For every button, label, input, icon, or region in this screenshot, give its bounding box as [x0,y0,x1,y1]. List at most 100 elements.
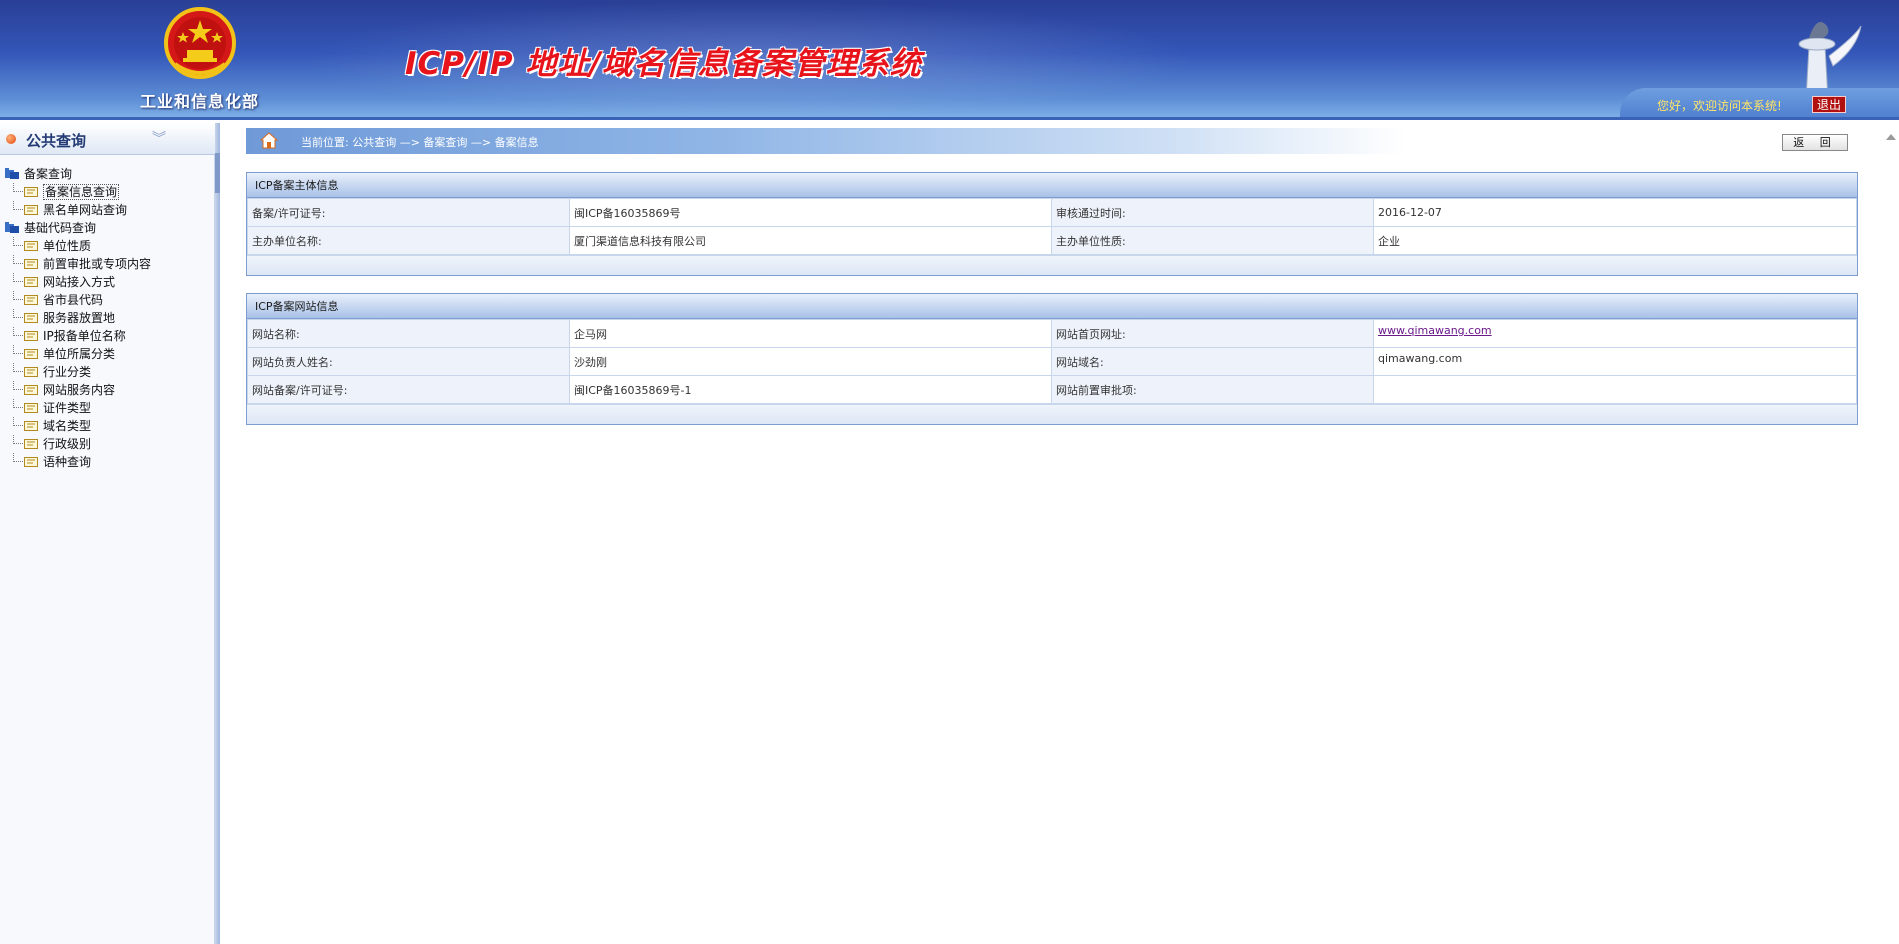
subject-info-table: 备案/许可证号: 闽ICP备16035869号 审核通过时间: 2016-12-… [247,198,1857,255]
homepage-url-link[interactable]: www.qimawang.com [1378,324,1492,337]
sidebar-item-label: 单位所属分类 [43,347,116,361]
sidebar-item-ip-report-unit[interactable]: IP报备单位名称 [0,327,215,345]
subject-info-panel: ICP备案主体信息 备案/许可证号: 闽ICP备16035869号 审核通过时间… [246,172,1858,276]
field-value: qimawang.com [1373,347,1857,376]
sidebar-item-pre-approval[interactable]: 前置审批或专项内容 [0,255,215,273]
field-value: 沙劲刚 [569,347,1052,376]
site-info-panel: ICP备案网站信息 网站名称: 企马网 网站首页网址: www.qimawang… [246,293,1858,425]
sidebar-title: 公共查询 [26,132,87,150]
document-icon [24,367,38,377]
folder-icon [5,222,19,233]
breadcrumb-bar: 当前位置: 公共查询 —> 备案查询 —> 备案信息 [246,128,1406,154]
tree-group-label: 基础代码查询 [24,221,97,235]
field-label: 主办单位名称: [247,226,570,255]
field-value: 2016-12-07 [1373,198,1857,227]
sidebar-item-label: 行政级别 [43,437,92,451]
sidebar-splitter[interactable] [215,123,220,944]
sidebar-tree: 备案查询 备案信息查询 黑名单网站查询 基础代码查询 单位性质前置审批或专项内容… [0,165,215,471]
sidebar-item-label: 前置审批或专项内容 [43,257,152,271]
sidebar-item-blacklist-query[interactable]: 黑名单网站查询 [0,201,215,219]
page-header: 工业和信息化部 ICP/IP 地址/域名信息备案管理系统 您好，欢迎访问本系统!… [0,0,1899,120]
sidebar-item-label: 备案信息查询 [43,184,120,200]
sidebar-item-filing-info-query[interactable]: 备案信息查询 [0,183,215,201]
sidebar-item-unit-category[interactable]: 单位所属分类 [0,345,215,363]
field-label: 网站首页网址: [1051,319,1374,348]
sidebar-item-access-method[interactable]: 网站接入方式 [0,273,215,291]
sidebar-header[interactable]: 公共查询 ︾ [0,123,215,155]
field-label: 网站备案/许可证号: [247,375,570,404]
field-value [1373,375,1857,404]
field-label: 备案/许可证号: [247,198,570,227]
sidebar-item-label: IP报备单位名称 [43,329,126,343]
document-icon [24,421,38,431]
code-item-list: 单位性质前置审批或专项内容 网站接入方式 省市县代码服务器放置地 IP报备单位名称 单位… [0,237,215,471]
field-value: 企马网 [569,319,1052,348]
site-info-table: 网站名称: 企马网 网站首页网址: www.qimawang.com 网站负责人… [247,319,1857,404]
tree-group-filing-query[interactable]: 备案查询 [0,165,215,183]
document-icon [24,205,38,215]
field-value: 闽ICP备16035869号 [569,198,1052,227]
sidebar: 公共查询 ︾ 备案查询 备案信息查询 黑名单网站查询 基础代码查询 单位性质前置… [0,123,215,944]
field-label: 主办单位性质: [1051,226,1374,255]
document-icon [24,439,38,449]
sidebar-item-admin-level[interactable]: 行政级别 [0,435,215,453]
table-row: 网站名称: 企马网 网站首页网址: www.qimawang.com [247,319,1857,348]
sidebar-item-industry[interactable]: 行业分类 [0,363,215,381]
sidebar-item-server-location[interactable]: 服务器放置地 [0,309,215,327]
document-icon [24,241,38,251]
document-icon [24,187,38,197]
sidebar-item-region-code[interactable]: 省市县代码 [0,291,215,309]
breadcrumb: 当前位置: 公共查询 —> 备案查询 —> 备案信息 [301,136,539,149]
sidebar-item-label: 单位性质 [43,239,92,253]
sidebar-item-certificate-type[interactable]: 证件类型 [0,399,215,417]
national-emblem-icon [164,7,236,79]
sidebar-item-label: 省市县代码 [43,293,104,307]
tree-group-basic-code-query[interactable]: 基础代码查询 [0,219,215,237]
document-icon [24,349,38,359]
scroll-up-icon[interactable] [1886,134,1896,140]
sidebar-item-label: 域名类型 [43,419,92,433]
field-label: 审核通过时间: [1051,198,1374,227]
document-icon [24,403,38,413]
home-icon[interactable] [260,132,278,150]
sidebar-item-label: 行业分类 [43,365,92,379]
sidebar-item-label: 证件类型 [43,401,92,415]
table-row: 网站备案/许可证号: 闽ICP备16035869号-1 网站前置审批项: [247,375,1857,404]
table-row: 网站负责人姓名: 沙劲刚 网站域名: qimawang.com [247,347,1857,376]
document-icon [24,457,38,467]
sidebar-item-label: 黑名单网站查询 [43,203,128,217]
field-value: 闽ICP备16035869号-1 [569,375,1052,404]
field-label: 网站域名: [1051,347,1374,376]
sidebar-item-unit-nature[interactable]: 单位性质 [0,237,215,255]
sidebar-item-label: 网站接入方式 [43,275,116,289]
document-icon [24,277,38,287]
folder-icon [5,168,19,179]
field-label: 网站前置审批项: [1051,375,1374,404]
logout-button[interactable]: 退出 [1812,96,1846,113]
panel-title: ICP备案网站信息 [247,294,1857,319]
back-button[interactable]: 返 回 [1782,134,1848,151]
field-value: 企业 [1373,226,1857,255]
field-label: 网站负责人姓名: [247,347,570,376]
bullet-icon [6,134,16,144]
document-icon [24,295,38,305]
document-icon [24,331,38,341]
table-row: 备案/许可证号: 闽ICP备16035869号 审核通过时间: 2016-12-… [247,198,1857,227]
ministry-name: 工业和信息化部 [140,92,260,111]
document-icon [24,259,38,269]
table-row: 主办单位名称: 厦门渠道信息科技有限公司 主办单位性质: 企业 [247,226,1857,255]
sidebar-item-service-content[interactable]: 网站服务内容 [0,381,215,399]
vertical-scrollbar[interactable] [1882,128,1899,944]
document-icon [24,313,38,323]
field-label: 网站名称: [247,319,570,348]
sidebar-item-language-query[interactable]: 语种查询 [0,453,215,471]
chevron-down-icon[interactable]: ︾ [152,128,166,148]
system-title: ICP/IP 地址/域名信息备案管理系统 [405,46,922,82]
sidebar-item-label: 服务器放置地 [43,311,116,325]
sidebar-item-label: 语种查询 [43,455,92,469]
field-value: 厦门渠道信息科技有限公司 [569,226,1052,255]
welcome-text: 您好，欢迎访问本系统! [1657,99,1782,113]
sidebar-item-label: 网站服务内容 [43,383,116,397]
panel-title: ICP备案主体信息 [247,173,1857,198]
sidebar-item-domain-type[interactable]: 域名类型 [0,417,215,435]
